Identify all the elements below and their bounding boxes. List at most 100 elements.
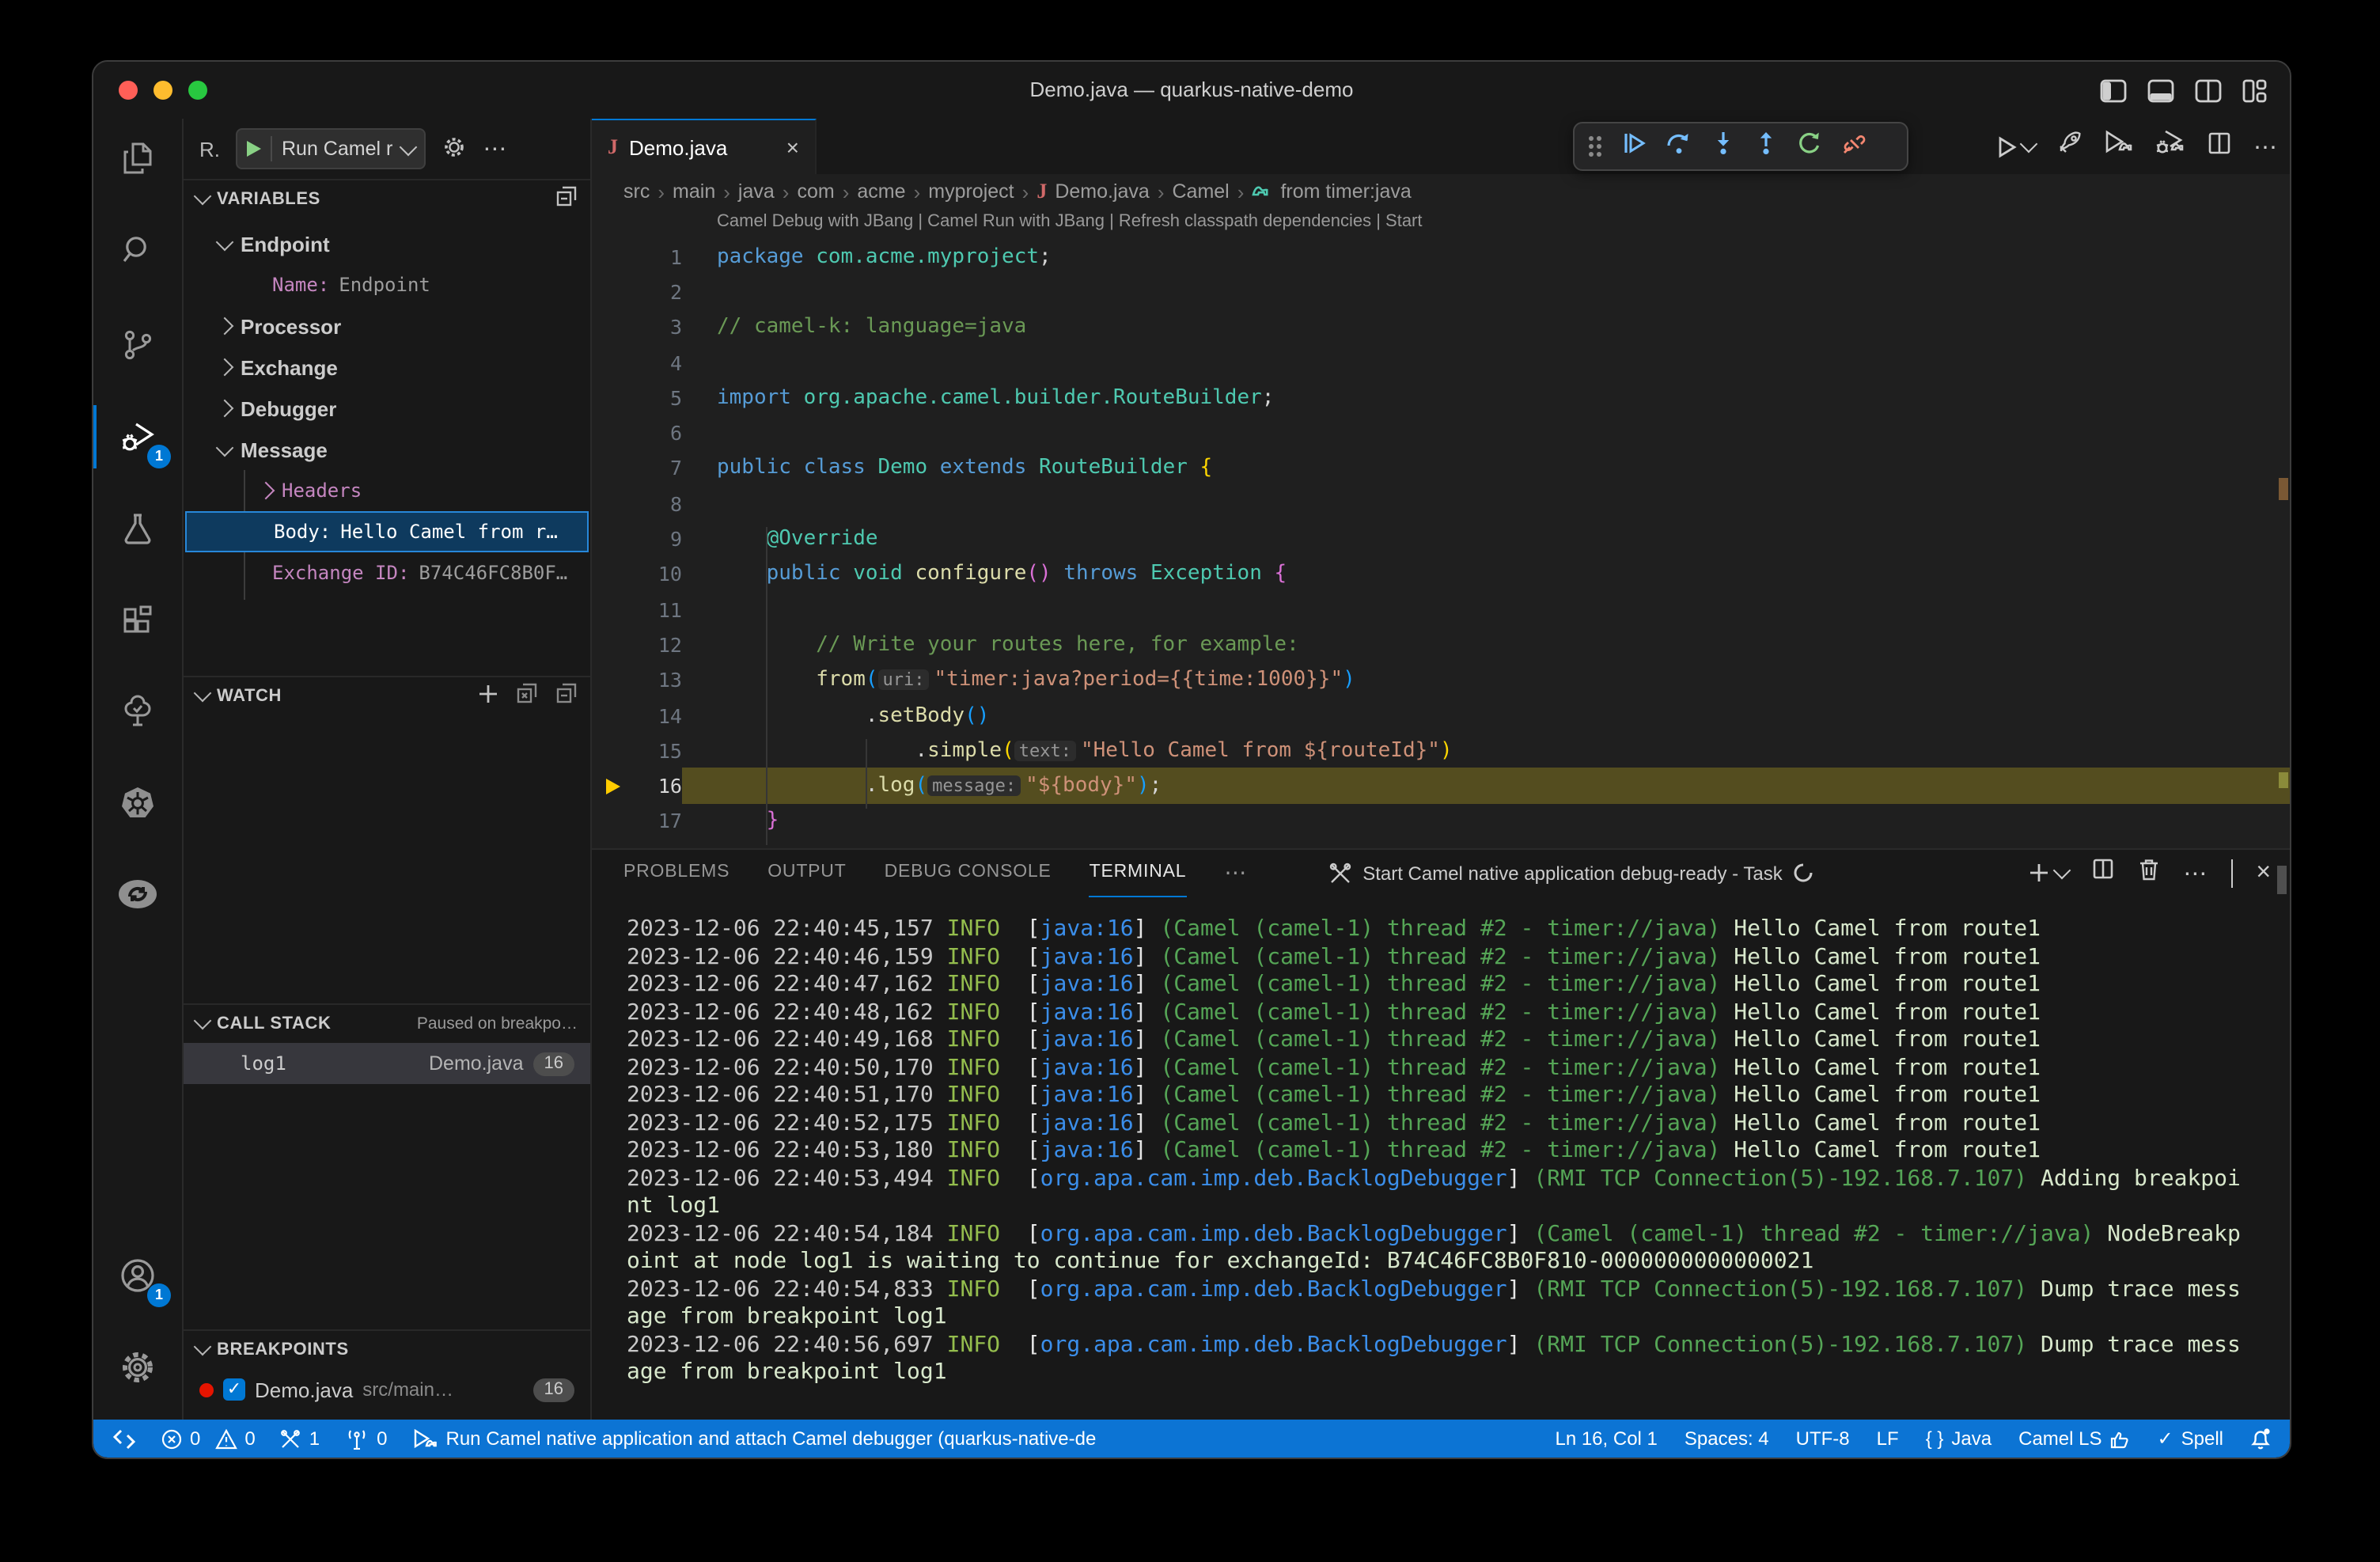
- extensions-icon[interactable]: [112, 595, 163, 646]
- continue-icon[interactable]: [1622, 131, 1646, 162]
- var-scope-endpoint[interactable]: Endpoint: [184, 223, 590, 264]
- line-number[interactable]: 2: [633, 280, 682, 304]
- line-number[interactable]: 9: [633, 527, 682, 551]
- breadcrumb-item[interactable]: com: [797, 180, 834, 203]
- code-line[interactable]: 4: [592, 345, 2290, 381]
- line-number[interactable]: 3: [633, 315, 682, 339]
- tab-output[interactable]: OUTPUT: [767, 850, 846, 896]
- camel-debug-icon[interactable]: [2155, 130, 2185, 163]
- breadcrumb-symbol[interactable]: from timer:java: [1280, 180, 1411, 203]
- code-line[interactable]: 17 }: [592, 804, 2290, 840]
- stack-frame-row[interactable]: log1 Demo.java 16: [184, 1043, 590, 1084]
- accounts-icon[interactable]: 1: [112, 1250, 163, 1301]
- code-line[interactable]: 2: [592, 275, 2290, 310]
- terminal-scrollbar[interactable]: [2277, 866, 2287, 894]
- code-line[interactable]: 11: [592, 592, 2290, 627]
- tab-demo-java[interactable]: J Demo.java ×: [592, 119, 817, 174]
- indentation[interactable]: Spaces: 4: [1685, 1427, 1769, 1450]
- line-number[interactable]: 6: [633, 421, 682, 445]
- code-line[interactable]: 14 .setBody(): [592, 698, 2290, 734]
- line-number[interactable]: 11: [633, 597, 682, 621]
- run-and-debug-icon[interactable]: 1: [112, 411, 163, 462]
- line-number[interactable]: 16: [633, 774, 682, 798]
- restart-icon[interactable]: [1798, 131, 1821, 162]
- notifications-bell-icon[interactable]: [2250, 1427, 2271, 1450]
- testing-icon[interactable]: [112, 503, 163, 554]
- code-line[interactable]: 10 public void configure() throws Except…: [592, 556, 2290, 592]
- start-debug-icon[interactable]: [247, 141, 261, 157]
- line-number[interactable]: 7: [633, 457, 682, 480]
- var-scope-processor[interactable]: Processor: [184, 305, 590, 347]
- drag-handle[interactable]: [1589, 136, 1601, 157]
- close-tab-icon[interactable]: ×: [786, 135, 799, 160]
- forwarded-ports-status[interactable]: 0: [345, 1427, 387, 1450]
- split-editor-icon[interactable]: [2208, 131, 2231, 162]
- variables-section-header[interactable]: VARIABLES: [184, 179, 590, 217]
- breadcrumb-item[interactable]: main: [673, 180, 715, 203]
- code-line[interactable]: 15 .simple(text:"Hello Camel from ${rout…: [592, 733, 2290, 768]
- problems-status[interactable]: 0 0: [161, 1427, 256, 1450]
- close-panel-icon[interactable]: ×: [2256, 859, 2271, 887]
- add-expression-icon[interactable]: [478, 683, 498, 708]
- tab-terminal[interactable]: TERMINAL: [1090, 849, 1187, 897]
- var-endpoint-name[interactable]: Name:Endpoint: [184, 264, 590, 305]
- spell-checker-status[interactable]: ✓Spell: [2158, 1427, 2224, 1450]
- split-editor-layout-icon[interactable]: [2195, 78, 2222, 102]
- terminal-task-item[interactable]: Start Camel native application debug-rea…: [1329, 862, 1814, 884]
- tab-problems[interactable]: PROBLEMS: [623, 850, 730, 896]
- customize-layout-icon[interactable]: [2242, 78, 2268, 102]
- openshift-icon[interactable]: [112, 869, 163, 919]
- more-actions-icon[interactable]: ⋯: [2183, 859, 2207, 887]
- breadcrumb-item[interactable]: src: [623, 180, 650, 203]
- step-over-icon[interactable]: [1666, 131, 1692, 162]
- source-control-icon[interactable]: [112, 320, 163, 370]
- codelens-actions[interactable]: Camel Debug with JBang | Camel Run with …: [717, 212, 1423, 231]
- cursor-position[interactable]: Ln 16, Col 1: [1555, 1427, 1657, 1450]
- toggle-panel-icon[interactable]: [2147, 78, 2174, 102]
- disconnect-icon[interactable]: [1842, 131, 1867, 162]
- current-line-arrow-icon[interactable]: [592, 778, 633, 794]
- line-number[interactable]: 14: [633, 703, 682, 727]
- breakpoints-section-header[interactable]: BREAKPOINTS: [184, 1329, 590, 1367]
- line-number[interactable]: 5: [633, 386, 682, 410]
- camel-run-icon[interactable]: [2105, 130, 2133, 163]
- language-mode[interactable]: { }Java: [1926, 1427, 1992, 1450]
- maximize-panel-icon[interactable]: [2230, 859, 2232, 887]
- debug-gear-icon[interactable]: [442, 134, 467, 164]
- var-scope-debugger[interactable]: Debugger: [184, 388, 590, 429]
- code-line[interactable]: 13 from(uri:"timer:java?period={{time:10…: [592, 662, 2290, 698]
- camel-ls-status[interactable]: Camel LS: [2018, 1427, 2130, 1450]
- new-terminal-icon[interactable]: [2028, 863, 2067, 883]
- line-number[interactable]: 8: [633, 491, 682, 515]
- terminal-output[interactable]: 2023-12-06 22:40:45,157 INFO [java:16] (…: [592, 896, 2290, 1420]
- code-editor[interactable]: Camel Debug with JBang | Camel Run with …: [592, 209, 2290, 848]
- more-actions-icon[interactable]: ⋯: [2253, 132, 2277, 161]
- launch-config-dropdown[interactable]: Run Camel r: [236, 128, 426, 169]
- split-terminal-icon[interactable]: [2091, 858, 2113, 888]
- line-number[interactable]: 17: [633, 809, 682, 833]
- project-explorer-tree-icon[interactable]: [112, 687, 163, 737]
- step-out-icon[interactable]: [1755, 131, 1777, 162]
- quarkus-rocket-icon[interactable]: [2057, 130, 2082, 163]
- code-line[interactable]: 5import org.apache.camel.builder.RouteBu…: [592, 380, 2290, 415]
- breadcrumb-file[interactable]: Demo.java: [1055, 180, 1150, 203]
- code-line[interactable]: 1package com.acme.myproject;: [592, 239, 2290, 275]
- breakpoint-checkbox[interactable]: ✓: [223, 1378, 245, 1401]
- search-icon[interactable]: [112, 225, 163, 275]
- var-scope-exchange[interactable]: Exchange: [184, 347, 590, 388]
- code-line[interactable]: 6: [592, 415, 2290, 451]
- breadcrumb-item[interactable]: myproject: [928, 180, 1014, 203]
- tab-debug-console[interactable]: DEBUG CONSOLE: [885, 850, 1052, 896]
- code-line[interactable]: 9 @Override: [592, 521, 2290, 557]
- code-line[interactable]: 7public class Demo extends RouteBuilder …: [592, 451, 2290, 487]
- breadcrumb-item[interactable]: java: [738, 180, 775, 203]
- var-message-headers[interactable]: Headers: [184, 470, 590, 511]
- encoding[interactable]: UTF-8: [1796, 1427, 1850, 1450]
- kill-terminal-icon[interactable]: [2137, 857, 2159, 889]
- line-number[interactable]: 12: [633, 633, 682, 657]
- collapse-all-icon[interactable]: [555, 185, 578, 212]
- remote-indicator[interactable]: [112, 1428, 136, 1449]
- more-actions-icon[interactable]: ⋯: [483, 137, 506, 161]
- line-number[interactable]: 15: [633, 739, 682, 763]
- call-stack-section-header[interactable]: CALL STACK Paused on breakpo…: [184, 1003, 590, 1041]
